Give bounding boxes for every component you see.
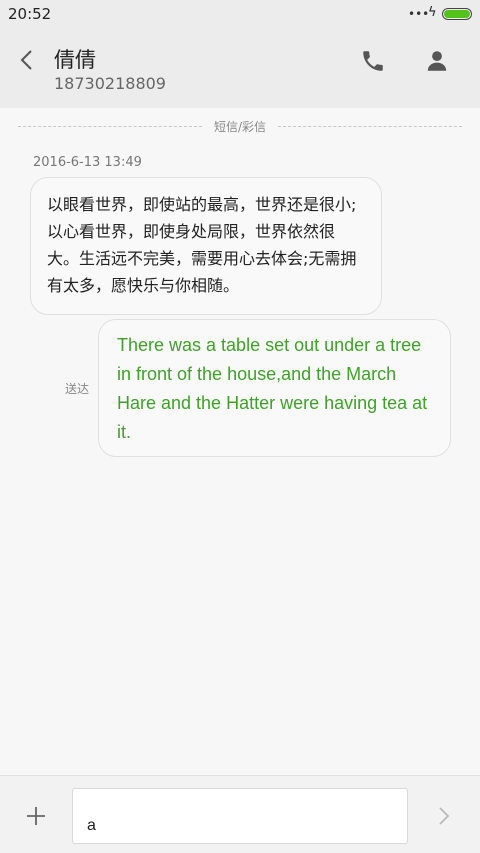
more-dots-icon: ••• [408,7,430,21]
add-attachment-button[interactable] [24,804,48,828]
incoming-message-bubble[interactable]: 以眼看世界，即使站的最高，世界还是很小;以心看世界，即使身处局限，世界依然很大。… [30,177,382,315]
message-composer: a [0,775,480,853]
status-bar: 20:52 ••• ϟ [0,0,480,28]
phone-icon [363,51,383,71]
charging-icon: ϟ [428,5,437,20]
send-button[interactable] [434,804,454,828]
call-button[interactable] [360,48,386,74]
outgoing-message-bubble[interactable]: There was a table set out under a tree i… [98,319,451,457]
conversation-header: 倩倩 18730218809 [0,28,480,108]
delivery-status: 送达 [65,382,90,396]
message-timestamp: 2016-6-13 13:49 [33,155,142,170]
channel-divider: 短信/彩信 [18,116,462,136]
divider-line [18,126,202,127]
send-icon [439,807,450,825]
add-icon [27,807,45,825]
battery-icon [442,8,472,20]
back-chevron-icon [20,50,32,70]
contact-profile-button[interactable] [424,48,450,74]
status-time: 20:52 [8,5,52,23]
message-input[interactable]: a [72,788,408,844]
contact-number: 18730218809 [54,74,166,93]
contact-profile-icon [427,51,447,71]
contact-name: 倩倩 [54,48,96,72]
battery-level [444,10,470,18]
divider-line [278,126,462,127]
back-button[interactable] [14,46,42,74]
channel-label: 短信/彩信 [213,120,267,134]
